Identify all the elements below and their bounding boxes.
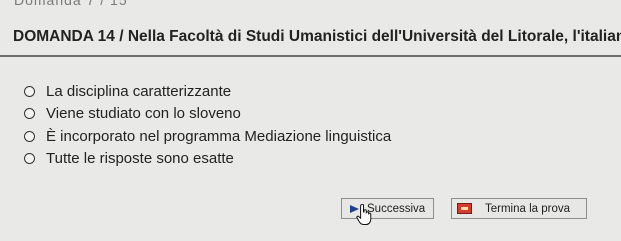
option-label-3: È incorporato nel programma Mediazione l… (46, 127, 392, 145)
next-button-label: Successiva (367, 202, 426, 215)
previous-question-header-fragment: Domanda 7 / 15 (0, 0, 621, 14)
radio-button-2[interactable] (24, 108, 35, 119)
header-fragment-text: Domanda 7 / 15 (14, 0, 128, 8)
radio-button-4[interactable] (24, 153, 35, 164)
divider (0, 55, 621, 57)
option-4[interactable]: Tutte le risposte sono esatte (24, 148, 391, 170)
option-2[interactable]: Viene studiato con lo sloveno (24, 103, 391, 125)
radio-button-3[interactable] (24, 130, 35, 142)
answer-options: La disciplina caratterizzante Viene stud… (24, 80, 391, 170)
option-label-2: Viene studiato con lo sloveno (46, 105, 241, 122)
option-3[interactable]: È incorporato nel programma Mediazione l… (24, 125, 391, 147)
option-label-1: La disciplina caratterizzante (46, 82, 232, 100)
end-exam-button[interactable]: Termina la prova (451, 198, 587, 219)
option-1[interactable]: La disciplina caratterizzante (24, 80, 391, 102)
end-exam-button-label: Termina la prova (485, 202, 571, 215)
next-button[interactable]: Successiva (341, 198, 434, 219)
question-text: DOMANDA 14 / Nella Facoltà di Studi Uman… (13, 28, 621, 45)
hand-pointer-icon (356, 204, 372, 225)
option-label-4: Tutte le risposte sono esatte (46, 150, 234, 167)
stop-exam-icon (457, 203, 472, 214)
radio-button-1[interactable] (24, 85, 35, 97)
